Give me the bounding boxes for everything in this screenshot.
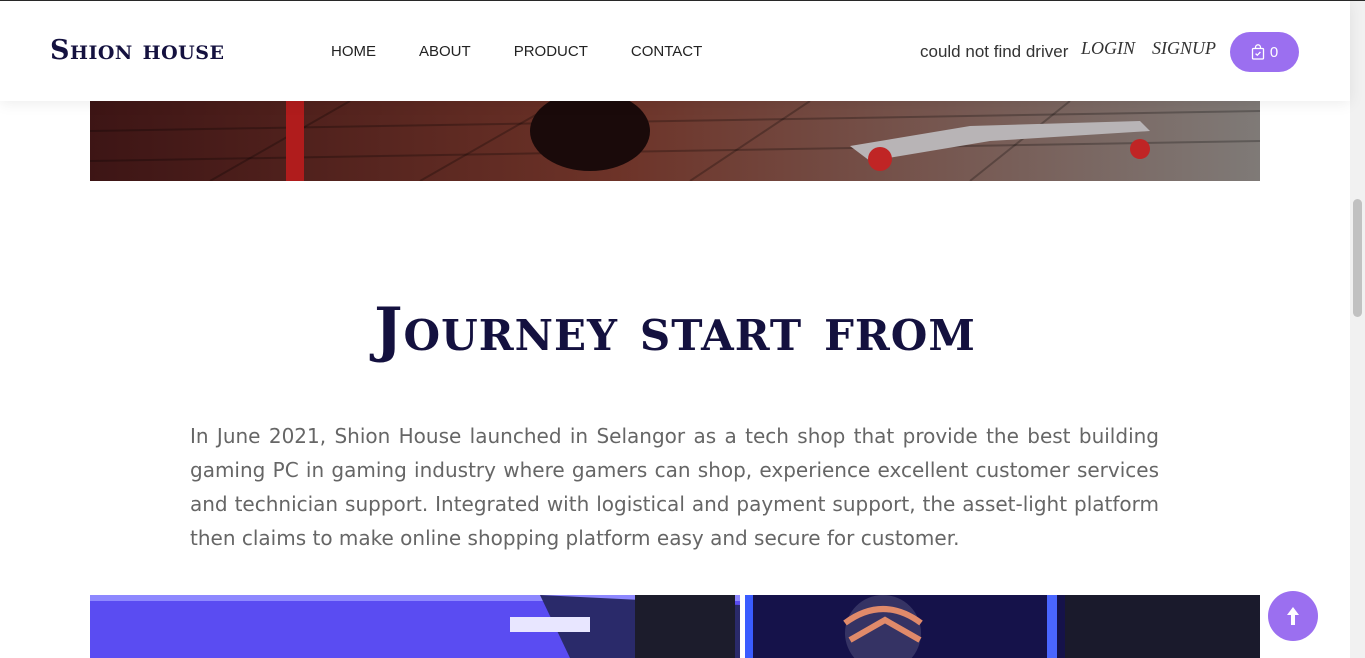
nav-contact[interactable]: CONTACT [631, 43, 702, 60]
section-title: Journey start from [374, 295, 976, 365]
arrow-up-icon [1287, 607, 1299, 625]
gaming-room-photo [90, 101, 1260, 181]
shopping-bag-icon [1251, 44, 1264, 60]
signup-link[interactable]: SIGNUP [1152, 38, 1216, 59]
gallery-image-right [745, 595, 1260, 658]
site-logo[interactable]: Shion house [50, 35, 224, 66]
page-scrollbar[interactable] [1350, 1, 1365, 658]
nav-about[interactable]: ABOUT [419, 43, 471, 60]
gallery-image-left [90, 595, 740, 658]
cart-button[interactable]: 0 [1230, 32, 1299, 72]
hero-image [90, 101, 1260, 181]
site-header: Shion house HOME ABOUT PRODUCT CONTACT c… [0, 1, 1350, 101]
scroll-to-top-button[interactable] [1268, 591, 1318, 641]
about-paragraph: In June 2021, Shion House launched in Se… [190, 424, 1159, 550]
login-link[interactable]: LOGIN [1081, 38, 1135, 59]
scrollbar-thumb[interactable] [1353, 199, 1362, 317]
error-message: could not find driver [920, 42, 1069, 61]
nav-home[interactable]: HOME [331, 43, 376, 60]
main-nav: HOME ABOUT PRODUCT CONTACT [331, 43, 745, 60]
cart-count: 0 [1269, 43, 1279, 61]
nav-product[interactable]: PRODUCT [514, 43, 588, 60]
